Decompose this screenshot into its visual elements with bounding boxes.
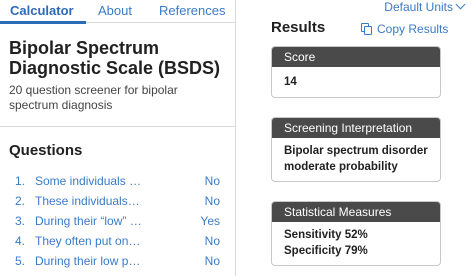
score-value: 14 [284,76,297,88]
question-text: These individuals notice [35,194,143,208]
interpretation-card: Screening Interpretation Bipolar spectru… [271,117,441,182]
question-row[interactable]: 3. During their “low” periods Yes [0,211,236,231]
divider [0,126,236,127]
questions-heading: Questions [9,142,83,159]
question-answer: No [204,194,220,208]
question-answer: No [204,174,220,188]
left-panel: Calculator About References Bipolar Spec… [0,0,236,276]
copy-results-button[interactable]: Copy Results [361,22,448,36]
tab-calculator[interactable]: Calculator [10,3,74,18]
question-row[interactable]: 4. They often put on weight No [0,231,236,251]
question-answer: Yes [200,214,220,228]
question-number: 1. [15,174,26,188]
calculator-title: Bipolar Spectrum Diagnostic Scale (BSDS) [9,38,221,78]
copy-icon [361,23,373,35]
statistical-measures-card: Statistical Measures Sensitivity 52% Spe… [271,201,441,266]
statistical-measures-value: Sensitivity 52% Specificity 79% [284,229,368,257]
question-answer: No [204,254,220,268]
question-text: During their “low” periods [35,214,143,228]
question-row[interactable]: 2. These individuals notice No [0,191,236,211]
question-number: 2. [15,194,26,208]
question-number: 3. [15,214,26,228]
copy-results-label: Copy Results [377,22,449,36]
question-row[interactable]: 5. During their low phases No [0,251,236,271]
question-number: 5. [15,254,26,268]
results-heading: Results [271,19,326,36]
interpretation-value: Bipolar spectrum disorder moderate proba… [284,145,428,173]
calculator-description: 20 question screener for bipolar spectru… [9,83,178,112]
tab-bar: Calculator About References [0,0,236,24]
active-tab-indicator [0,21,86,24]
score-card-heading: Score [272,47,440,67]
question-answer: No [204,234,220,248]
default-units-label: Default Units [384,0,453,14]
tab-references[interactable]: References [159,3,225,18]
question-text: Some individuals notice [35,174,143,188]
question-row[interactable]: 1. Some individuals notice No [0,171,236,191]
tab-about[interactable]: About [98,3,132,18]
default-units-dropdown[interactable]: Default Units [384,0,466,14]
score-card: Score 14 [271,46,441,98]
interpretation-card-heading: Screening Interpretation [272,118,440,138]
question-text: During their low phases [35,254,143,268]
question-number: 4. [15,234,26,248]
statistical-measures-heading: Statistical Measures [272,202,440,222]
question-text: They often put on weight [35,234,143,248]
chevron-down-icon [455,0,466,10]
